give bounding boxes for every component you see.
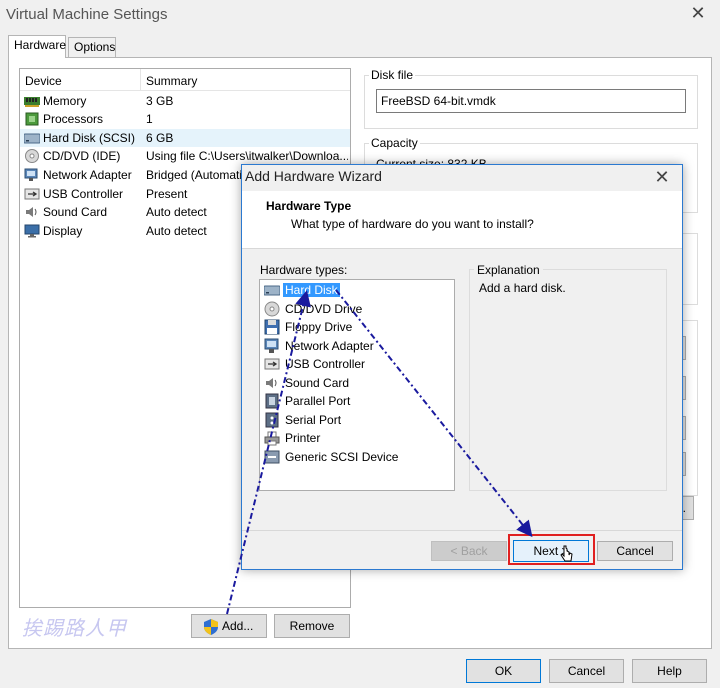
arrow-hard-disk-to-next xyxy=(335,289,533,538)
mouse-cursor-icon xyxy=(560,545,573,562)
arrow-add-to-hard-disk xyxy=(226,290,311,615)
annotation-arrows xyxy=(226,289,533,615)
tab-hardware[interactable]: Hardware xyxy=(8,35,66,58)
